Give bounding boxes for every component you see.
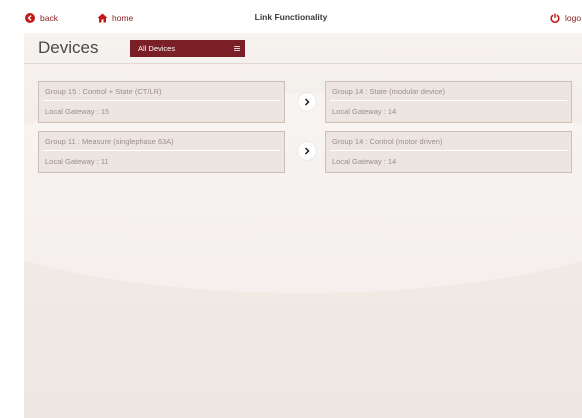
link-arrow-button[interactable]	[298, 93, 316, 111]
card-divider	[330, 150, 567, 151]
chevron-right-icon	[304, 98, 310, 106]
card-divider	[43, 150, 280, 151]
background-swoosh	[24, 93, 582, 293]
top-bar: back home Link Functionality logo	[0, 0, 582, 33]
chevron-right-icon	[304, 147, 310, 155]
page-title: Link Functionality	[254, 12, 328, 22]
card-divider	[330, 100, 567, 101]
device-filter-value: All Devices	[138, 44, 176, 53]
app-frame: back home Link Functionality logo Device…	[0, 0, 582, 418]
target-group-label: Group 14 : Control (motor driven)	[332, 137, 443, 146]
logout-label: logo	[565, 13, 582, 23]
target-device-card[interactable]: Group 14 : State (modular device) Local …	[325, 81, 572, 123]
source-device-card[interactable]: Group 15 : Control + State (CT/LR) Local…	[38, 81, 285, 123]
source-group-label: Group 15 : Control + State (CT/LR)	[45, 87, 162, 96]
devices-title: Devices	[38, 38, 99, 57]
source-gateway-label: Local Gateway : 15	[45, 107, 110, 116]
source-device-card[interactable]: Group 11 : Measure (singlephase 63A) Loc…	[38, 131, 285, 173]
logout-button[interactable]: logo	[550, 11, 581, 25]
device-filter-select[interactable]: All Devices	[130, 40, 245, 57]
target-gateway-label: Local Gateway : 14	[332, 157, 397, 166]
source-gateway-label: Local Gateway : 11	[45, 157, 109, 166]
target-group-label: Group 14 : State (modular device)	[332, 87, 445, 96]
source-group-label: Group 11 : Measure (singlephase 63A)	[45, 137, 174, 146]
card-divider	[43, 100, 280, 101]
devices-panel: Devices All Devices Group 15 : Control +…	[24, 33, 582, 418]
menu-icon	[234, 46, 240, 51]
target-gateway-label: Local Gateway : 14	[332, 107, 397, 116]
target-device-card[interactable]: Group 14 : Control (motor driven) Local …	[325, 131, 572, 173]
link-arrow-button[interactable]	[298, 142, 316, 160]
power-icon	[550, 13, 560, 23]
header-divider	[24, 63, 582, 64]
